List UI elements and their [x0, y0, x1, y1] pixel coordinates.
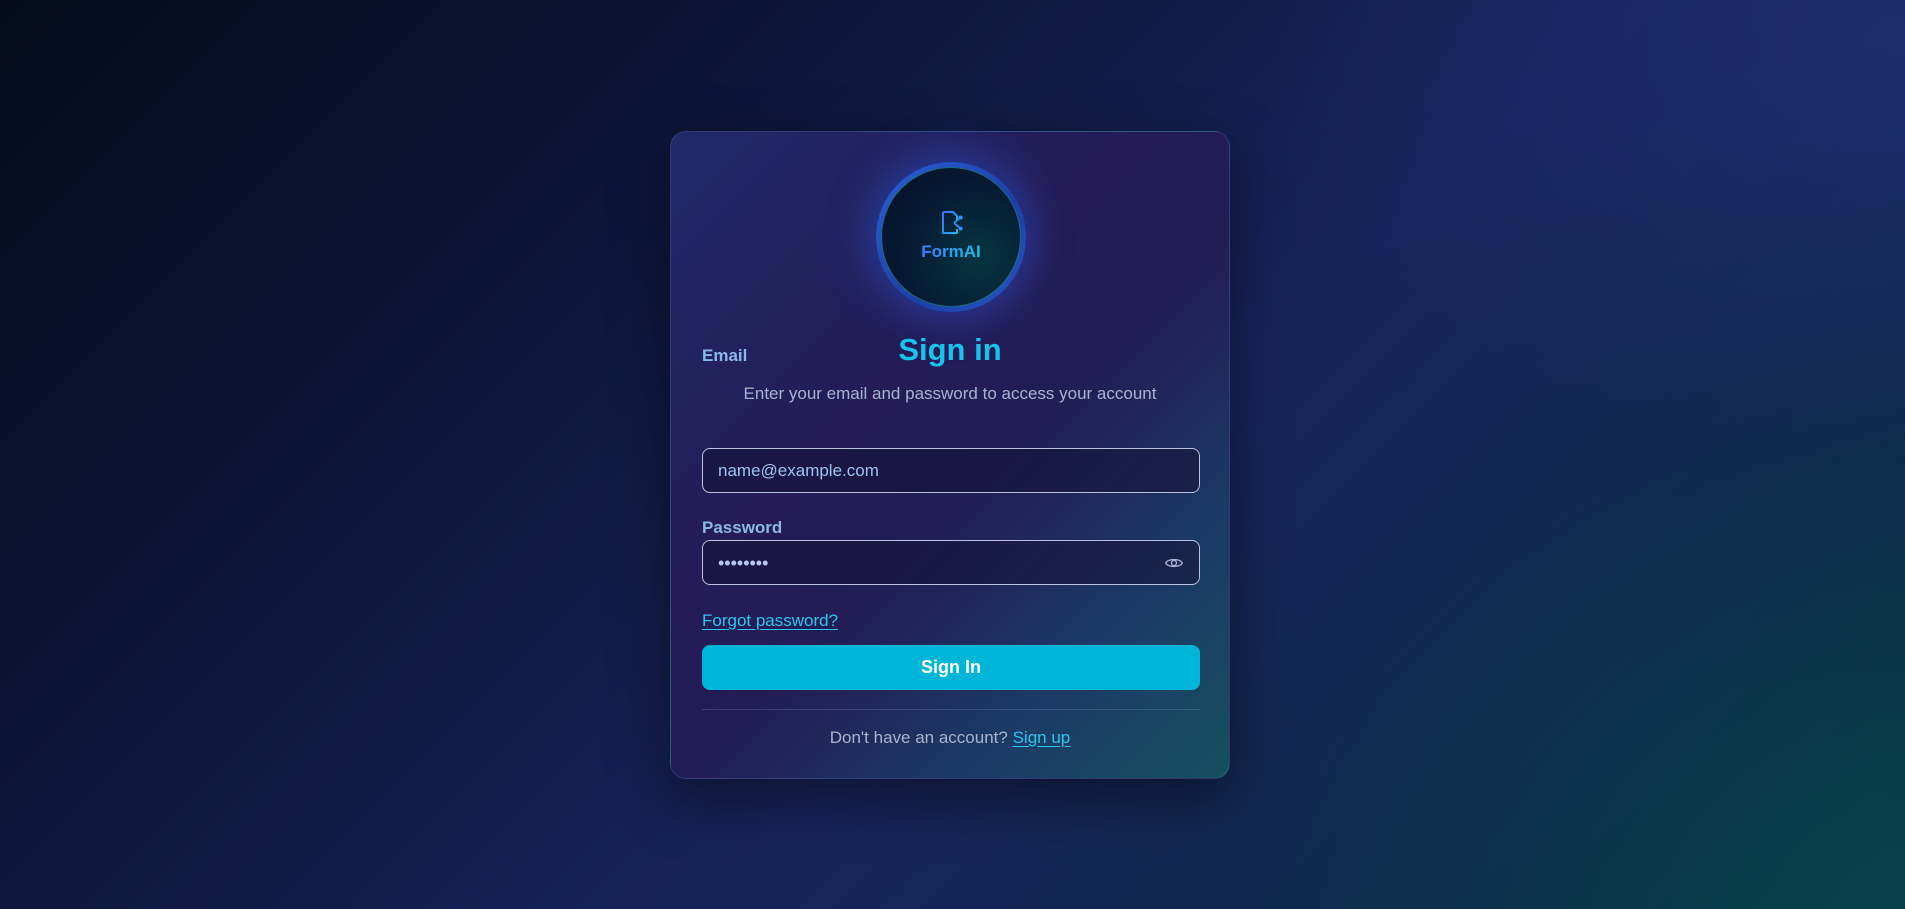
sign-in-card: FormAI Sign in Enter your email and pass… [670, 131, 1230, 779]
logo: FormAI [876, 162, 1026, 312]
page-title: Sign in [898, 332, 1002, 367]
password-value: •••••••• [718, 552, 769, 573]
forgot-password-link[interactable]: Forgot password? [702, 611, 838, 631]
signup-prompt-text: Don't have an account? [829, 728, 1008, 747]
sign-in-button[interactable]: Sign In [702, 645, 1200, 690]
divider [702, 709, 1200, 710]
signup-prompt: Don't have an account? Sign up [671, 728, 1229, 748]
password-field[interactable]: •••••••• [702, 540, 1200, 585]
email-field[interactable]: name@example.com [702, 448, 1200, 493]
logo-text: FormAI [921, 242, 981, 261]
email-placeholder: name@example.com [718, 460, 879, 480]
password-label: Password [702, 518, 783, 537]
email-label: Email [702, 346, 748, 365]
sign-up-link[interactable]: Sign up [1013, 728, 1071, 747]
page-subtitle: Enter your email and password to access … [743, 384, 1157, 403]
form-document-icon [942, 211, 963, 234]
eye-icon[interactable] [1164, 553, 1184, 573]
